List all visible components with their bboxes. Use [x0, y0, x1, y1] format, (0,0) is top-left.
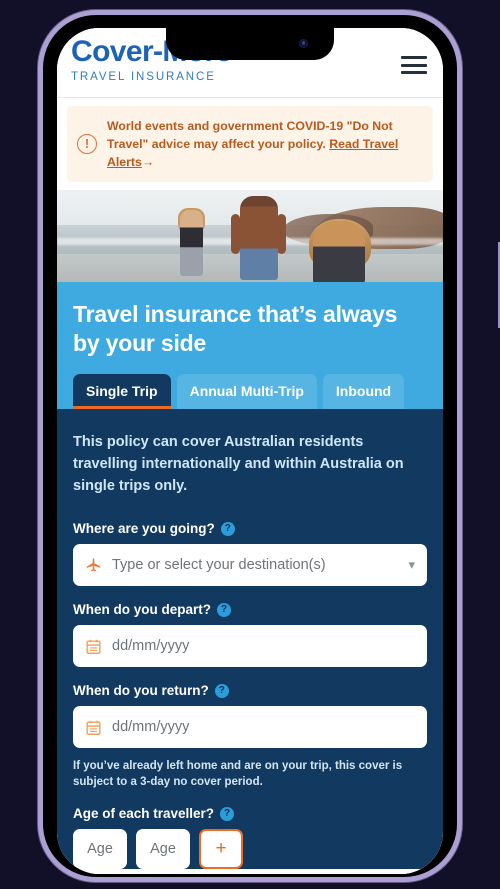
chevron-down-icon[interactable]: ▾ [408, 557, 415, 573]
hero-person-1 [180, 210, 203, 277]
return-date-input[interactable]: dd/mm/yyyy [73, 706, 427, 748]
screenshot-root: Cover-More TRAVEL INSURANCE ! World even… [0, 0, 500, 889]
field-destination: Where are you going? ? Type or select yo… [73, 521, 427, 586]
alert-arrow-icon: → [141, 155, 155, 169]
alert-banner-wrapper: ! World events and government COVID-19 "… [57, 98, 443, 190]
age-inputs-row: Age Age + [73, 829, 427, 869]
field-traveller-ages: Age of each traveller? ? Age Age + [73, 806, 427, 869]
phone-screen: Cover-More TRAVEL INSURANCE ! World even… [57, 28, 443, 874]
destination-input[interactable]: Type or select your destination(s) ▾ [73, 544, 427, 586]
hamburger-menu-icon[interactable] [401, 56, 427, 74]
return-date-placeholder: dd/mm/yyyy [112, 719, 190, 735]
trip-type-tabs: Single Trip Annual Multi-Trip Inbound [73, 374, 427, 409]
return-help-icon[interactable]: ? [214, 683, 229, 698]
hamburger-line-3 [401, 71, 427, 74]
tab-single-trip[interactable]: Single Trip [73, 374, 171, 409]
depart-date-placeholder: dd/mm/yyyy [112, 638, 190, 654]
destination-label: Where are you going? [73, 521, 215, 536]
hero-title: Travel insurance that’s always by your s… [73, 301, 398, 356]
front-camera-icon [299, 39, 308, 48]
destination-placeholder: Type or select your destination(s) [112, 557, 326, 573]
airplane-icon [86, 557, 101, 571]
quote-form: This policy can cover Australian residen… [57, 409, 443, 869]
hero-person-2-arm-left [231, 213, 240, 255]
phone-notch [166, 28, 334, 60]
depart-label-row: When do you depart? ? [73, 602, 427, 617]
age-input-1[interactable]: Age [73, 829, 127, 869]
destination-label-row: Where are you going? ? [73, 521, 427, 536]
destination-help-icon[interactable]: ? [220, 521, 235, 536]
hero-person-2-arm-right [277, 213, 286, 255]
exclamation-circle-icon: ! [77, 134, 97, 154]
return-label: When do you return? [73, 683, 209, 698]
age-input-2[interactable]: Age [136, 829, 190, 869]
tab-annual-multi-trip[interactable]: Annual Multi-Trip [176, 374, 317, 409]
depart-label: When do you depart? [73, 602, 211, 617]
return-date-note: If you’ve already left home and are on y… [73, 760, 403, 788]
hero-person-2 [240, 195, 278, 281]
calendar-icon [86, 720, 101, 735]
travel-alert-banner: ! World events and government COVID-19 "… [67, 106, 433, 182]
webpage: Cover-More TRAVEL INSURANCE ! World even… [57, 28, 443, 874]
age-label: Age of each traveller? [73, 806, 215, 821]
phone-frame: Cover-More TRAVEL INSURANCE ! World even… [38, 10, 500, 882]
field-depart-date: When do you depart? ? dd/mm/yyyy [73, 602, 427, 667]
tab-inbound[interactable]: Inbound [322, 374, 405, 409]
hero-band: Travel insurance that’s always by your s… [57, 282, 443, 409]
hamburger-line-2 [401, 63, 427, 67]
add-traveller-button[interactable]: + [199, 829, 243, 869]
phone-bezel: Cover-More TRAVEL INSURANCE ! World even… [43, 15, 457, 877]
logo-tagline: TRAVEL INSURANCE [71, 71, 216, 83]
hero-photo [57, 190, 443, 282]
return-label-row: When do you return? ? [73, 683, 427, 698]
field-return-date: When do you return? ? dd/mm/yyyy [73, 683, 427, 748]
age-help-icon[interactable]: ? [220, 806, 235, 821]
depart-help-icon[interactable]: ? [217, 602, 231, 617]
age-label-row: Age of each traveller? ? [73, 806, 427, 821]
form-intro-text: This policy can cover Australian residen… [73, 434, 404, 494]
hero-person-3 [313, 221, 365, 282]
depart-date-input[interactable]: dd/mm/yyyy [73, 625, 427, 667]
calendar-icon [86, 639, 101, 654]
alert-message: World events and government COVID-19 "Do… [107, 117, 421, 171]
hamburger-line-1 [401, 56, 427, 59]
